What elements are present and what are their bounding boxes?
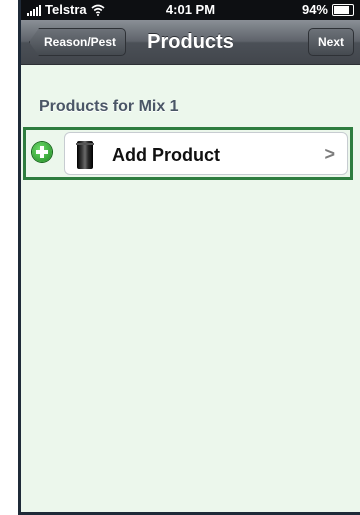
- add-product-label: Add Product: [112, 145, 220, 165]
- status-right: 94%: [302, 2, 354, 17]
- barrel-icon: [76, 141, 94, 169]
- chevron-right-icon: >: [324, 144, 335, 164]
- add-circle-icon[interactable]: [32, 142, 52, 162]
- section-header: Products for Mix 1: [39, 98, 179, 115]
- list-item[interactable]: Add Product >: [64, 132, 348, 175]
- add-product-row[interactable]: Add Product >: [23, 127, 353, 180]
- screen: Telstra 4:01 PM 94% Reason/Pest Products: [21, 0, 360, 512]
- status-bar: Telstra 4:01 PM 94%: [21, 0, 360, 20]
- next-button[interactable]: Next: [307, 28, 354, 56]
- device-frame: Telstra 4:01 PM 94% Reason/Pest Products: [18, 0, 360, 515]
- navigation-bar: Reason/Pest Products Next: [21, 20, 360, 65]
- battery-fill: [334, 5, 349, 14]
- battery-percent: 94%: [301, 2, 328, 17]
- battery-icon: [332, 3, 354, 16]
